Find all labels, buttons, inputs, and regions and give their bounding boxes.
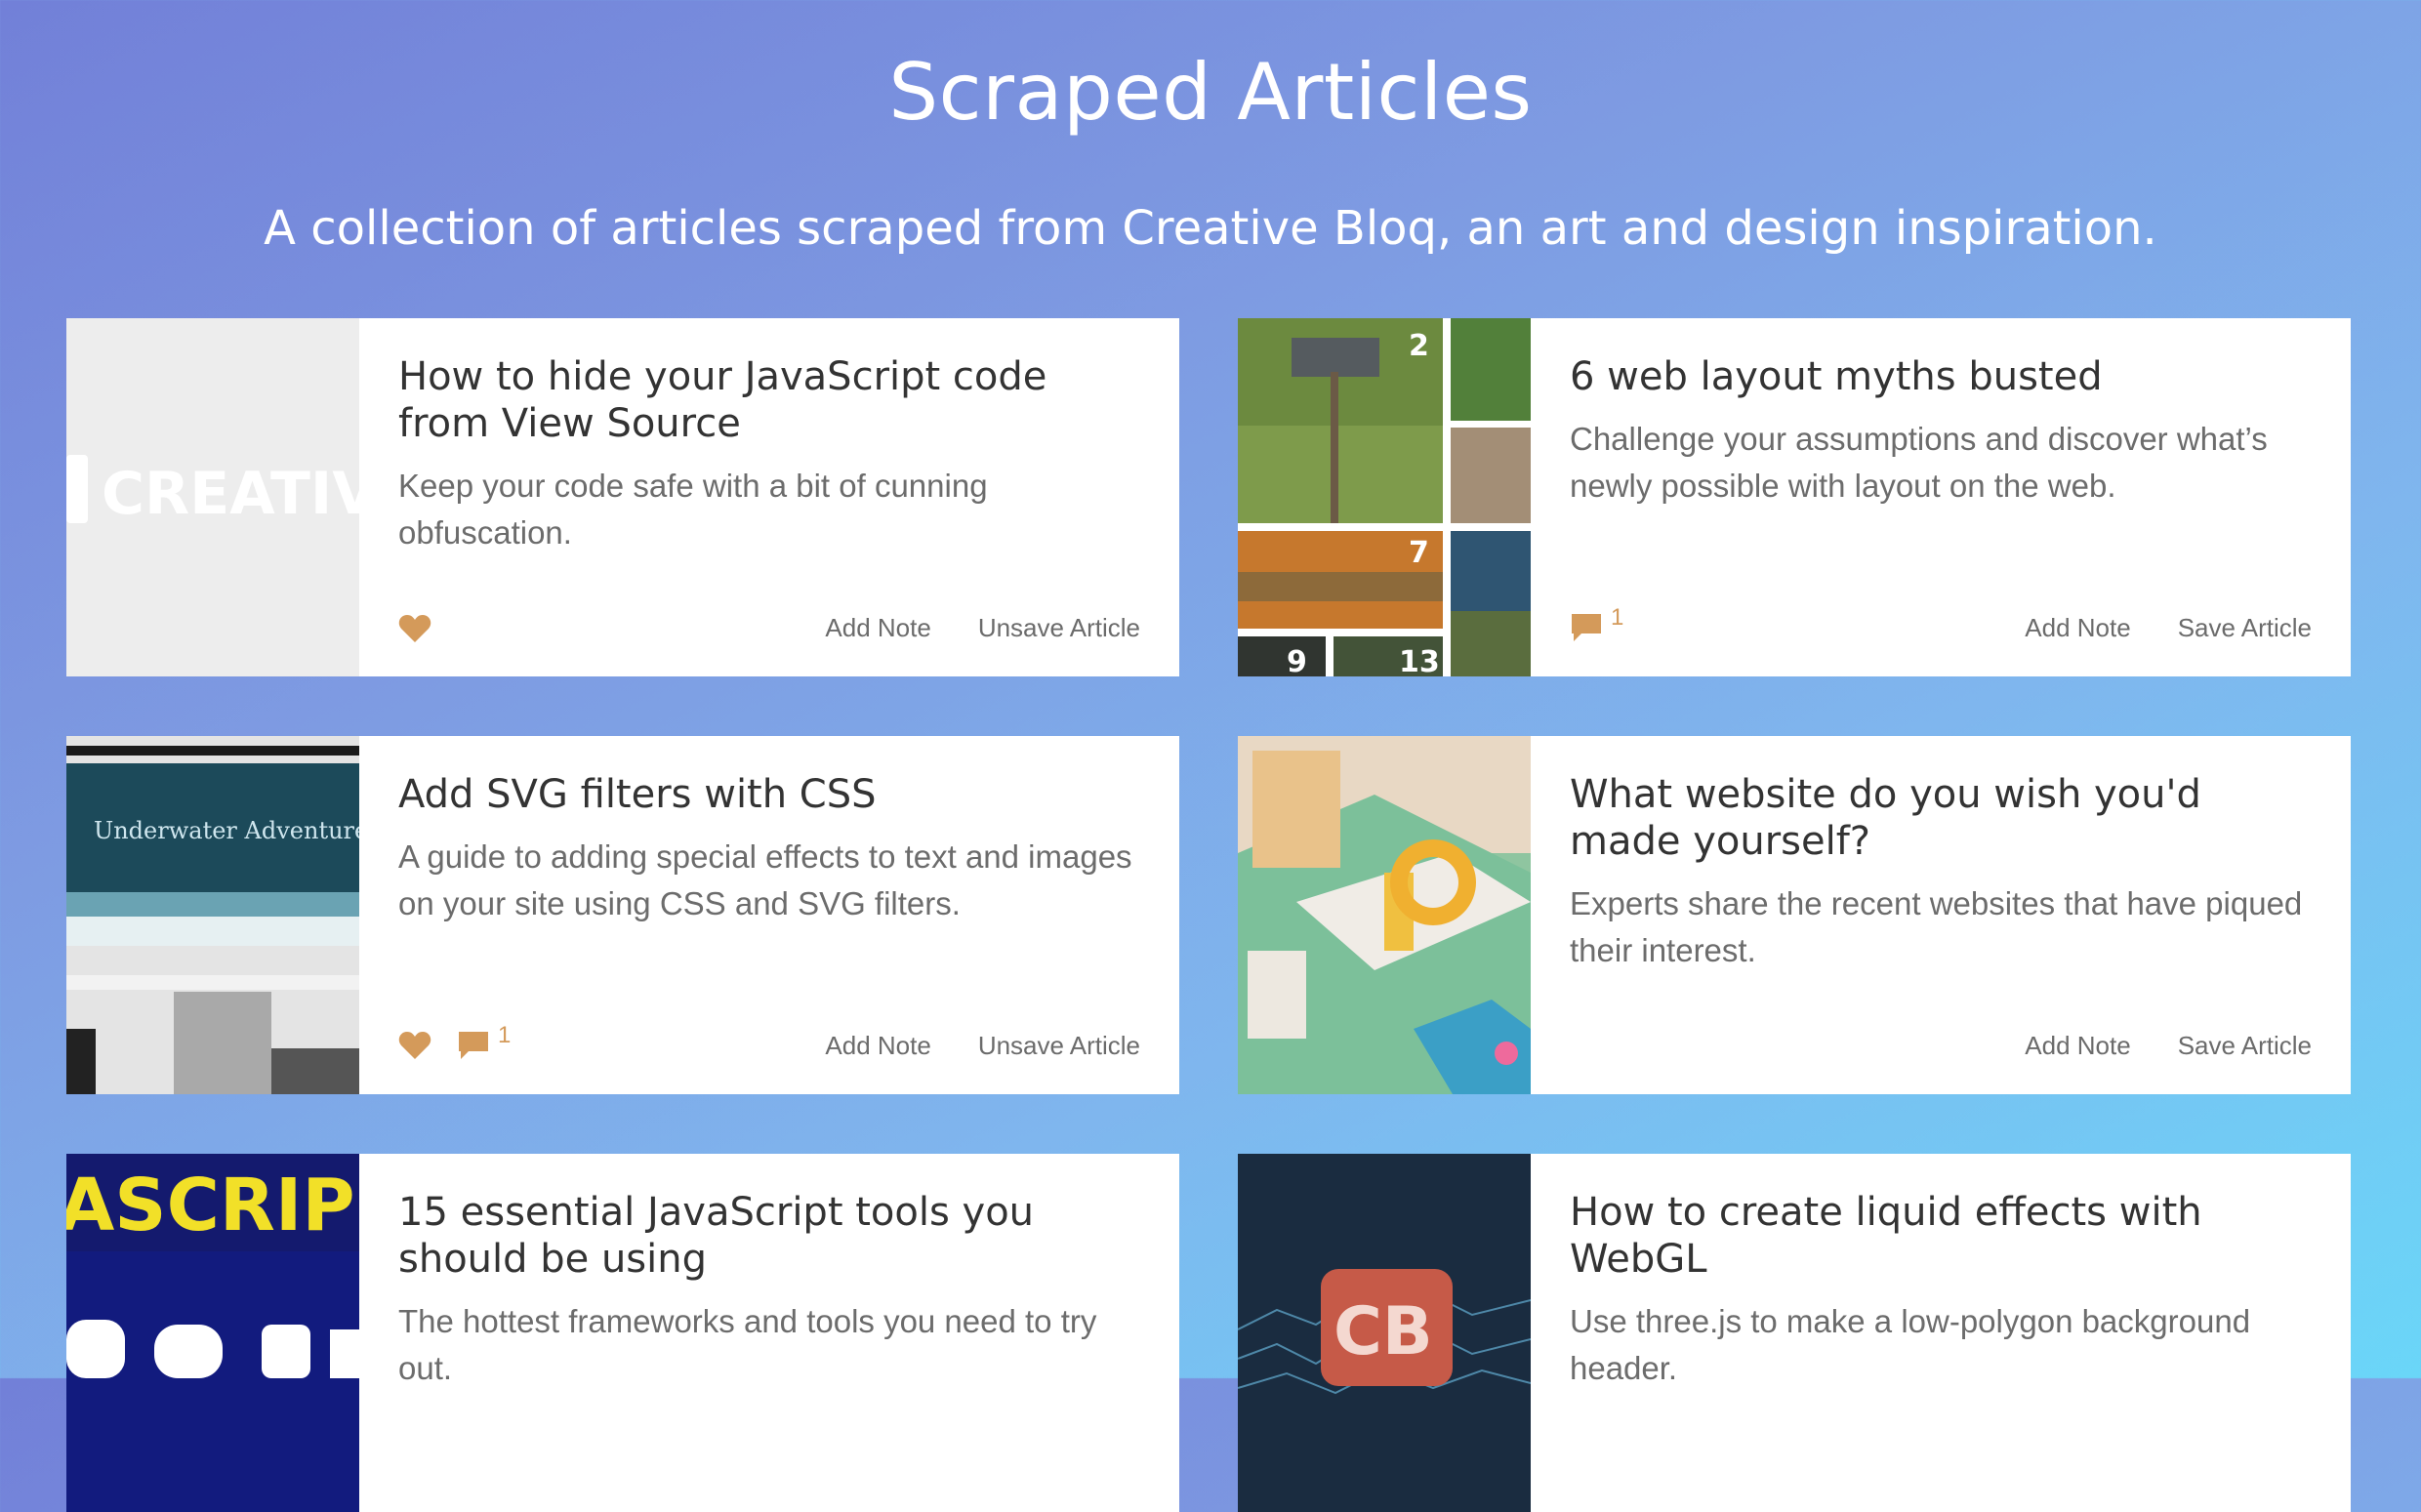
thumbnail-logo-text: CREATIVE BL [102,460,359,528]
article-thumbnail[interactable]: ASCRIP [66,1154,359,1512]
article-title[interactable]: How to hide your JavaScript code from Vi… [398,353,1140,447]
heart-icon[interactable] [398,1031,431,1060]
article-card: ASCRIP 15 essential JavaScript tools you… [66,1154,1179,1512]
add-note-button[interactable]: Add Note [2025,613,2130,643]
article-thumbnail[interactable]: CB [1238,1154,1531,1512]
page-title: Scraped Articles [888,47,1533,138]
heart-icon[interactable] [398,614,431,643]
article-title[interactable]: Add SVG filters with CSS [398,771,1140,818]
article-title[interactable]: How to create liquid effects with WebGL [1570,1189,2312,1283]
comment-icon [1570,612,1603,643]
comment-icon [457,1030,490,1061]
article-summary: Keep your code safe with a bit of cunnin… [398,468,988,551]
comment-count: 1 [1611,604,1624,631]
article-thumbnail[interactable]: 2 7 9 13 [1238,318,1531,676]
article-card: What website do you wish you'd made your… [1238,736,2351,1094]
article-card: 2 7 9 13 6 web layout myths busted Chall… [1238,318,2351,676]
thumbnail-logo-text: CB [1334,1293,1433,1370]
add-note-button[interactable]: Add Note [2025,1031,2130,1061]
article-title[interactable]: 15 essential JavaScript tools you should… [398,1189,1140,1283]
article-summary: Experts share the recent websites that h… [1570,885,2303,968]
comment-count: 1 [498,1022,512,1048]
article-title[interactable]: 6 web layout myths busted [1570,353,2312,400]
thumbnail-text: ASCRIP [66,1164,355,1247]
svg-text:9: 9 [1287,645,1307,676]
article-summary: Challenge your assumptions and discover … [1570,421,2268,504]
svg-text:2: 2 [1409,329,1429,363]
article-summary: A guide to adding special effects to tex… [398,838,1132,921]
add-note-button[interactable]: Add Note [825,613,930,643]
save-article-button[interactable]: Save Article [2178,1031,2312,1061]
thumbnail-text: Underwater Adventure Park [94,817,359,844]
add-note-button[interactable]: Add Note [825,1031,930,1061]
unsave-article-button[interactable]: Unsave Article [978,1031,1140,1061]
save-article-button[interactable]: Save Article [2178,613,2312,643]
article-thumbnail[interactable]: Underwater Adventure Park [66,736,359,1094]
unsave-article-button[interactable]: Unsave Article [978,613,1140,643]
svg-text:13: 13 [1399,645,1440,676]
comment-indicator[interactable]: 1 [457,1024,511,1061]
page-header: Scraped Articles A collection of article… [0,39,2421,258]
article-thumbnail[interactable] [1238,736,1531,1094]
comment-indicator[interactable]: 1 [1570,606,1623,643]
article-thumbnail[interactable]: CREATIVE BL [66,318,359,676]
article-card: CB How to create liquid effects with Web… [1238,1154,2351,1512]
article-card: Underwater Adventure Park Add SVG filter… [66,736,1179,1094]
svg-text:7: 7 [1409,536,1429,570]
article-card: CREATIVE BL How to hide your JavaScript … [66,318,1179,676]
page-subtitle: A collection of articles scraped from Cr… [264,201,2157,256]
article-title[interactable]: What website do you wish you'd made your… [1570,771,2312,865]
